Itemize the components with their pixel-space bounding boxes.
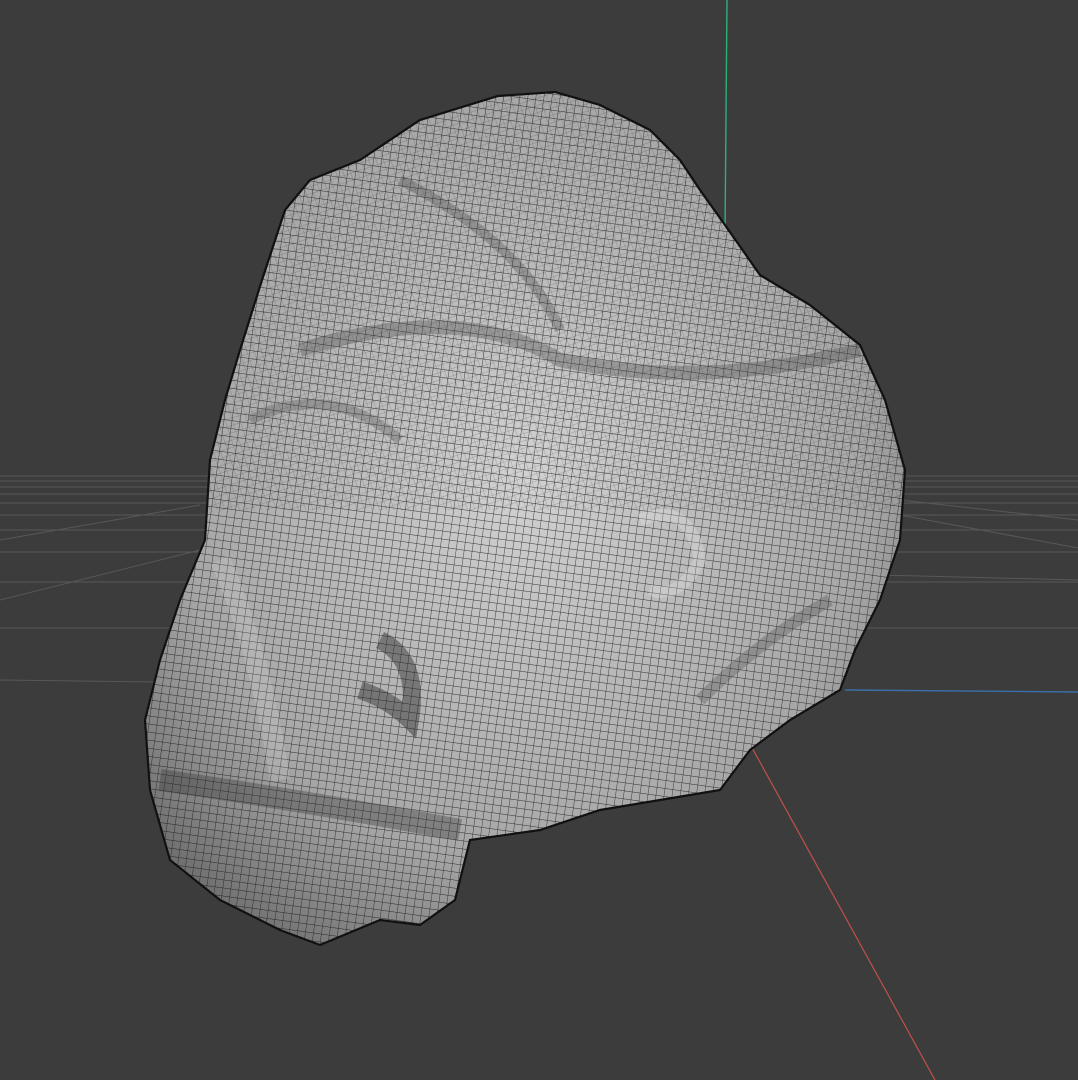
rock-mesh[interactable] (140, 90, 910, 950)
viewport-canvas[interactable] (0, 0, 1078, 1080)
3d-viewport[interactable] (0, 0, 1078, 1080)
z-axis-line (844, 689, 1078, 693)
y-axis-line (724, 0, 728, 236)
x-axis-line (744, 734, 936, 1080)
